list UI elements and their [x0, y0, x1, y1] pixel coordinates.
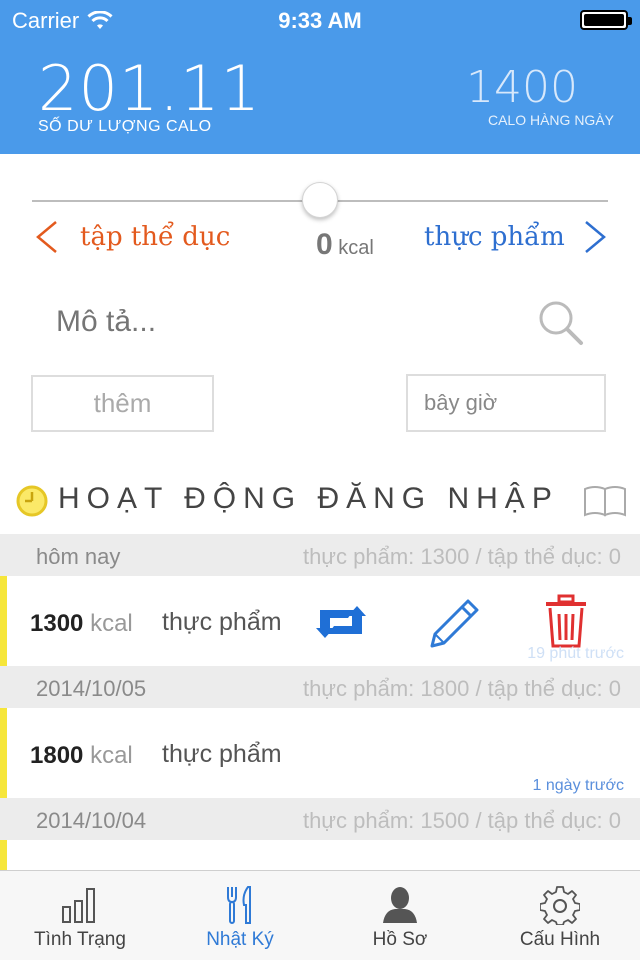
pencil-icon[interactable] [428, 598, 480, 650]
entry-kcal-unit: kcal [90, 610, 133, 637]
entry-stripe [0, 708, 7, 798]
clock-time: 9:33 AM [278, 8, 362, 33]
header: Carrier 9:33 AM 201.11 SỐ DƯ LƯỢNG CALO … [0, 0, 640, 154]
entry-stripe [0, 840, 7, 870]
entry-type: thực phẩm [162, 740, 282, 768]
calorie-balance-label: SỐ DƯ LƯỢNG CALO [38, 118, 212, 135]
fork-knife-icon [227, 886, 251, 924]
day-date: 2014/10/05 [36, 676, 147, 701]
log-entry[interactable]: 1300 kcal thực phẩm 19 phút trước [0, 576, 640, 666]
status-bar: Carrier 9:33 AM [0, 0, 640, 40]
book-icon[interactable] [582, 484, 628, 518]
kcal-value: 0 [316, 228, 333, 261]
calorie-slider-thumb[interactable] [302, 182, 338, 218]
tab-bar: Tình Trạng Nhật Ký Hồ Sơ Cấu Hình [0, 870, 640, 960]
time-field[interactable]: bây giờ [406, 374, 606, 432]
gear-icon [540, 886, 580, 925]
tab-status[interactable]: Tình Trạng [0, 871, 160, 960]
tab-label: Hồ Sơ [372, 929, 428, 950]
daily-calorie-value[interactable]: 1400 [466, 62, 578, 113]
entry-type: thực phẩm [162, 608, 282, 636]
day-header: 2014/10/04 thực phẩm: 1500 / tập thể dục… [0, 798, 640, 840]
tab-profile[interactable]: Hồ Sơ [320, 871, 480, 960]
daily-calorie-label: CALO HÀNG NGÀY [487, 112, 614, 128]
log-entry[interactable] [0, 840, 640, 870]
battery-icon [580, 10, 632, 30]
description-input[interactable] [56, 300, 496, 344]
entry-time-ago: 19 phút trước [527, 645, 624, 662]
chevron-left-icon[interactable] [32, 220, 62, 254]
log-entry[interactable]: 1800 kcal thực phẩm 1 ngày trước [0, 708, 640, 798]
add-button[interactable]: thêm [31, 375, 214, 432]
repeat-icon[interactable] [314, 602, 368, 642]
tab-label: Nhật Ký [206, 929, 274, 950]
tab-settings[interactable]: Cấu Hình [480, 871, 640, 960]
kcal-unit: kcal [338, 237, 374, 259]
activity-log-title: HOẠT ĐỘNG ĐĂNG NHẬP [58, 482, 559, 515]
entry-kcal-unit: kcal [90, 742, 133, 769]
entry-stripe [0, 576, 7, 666]
entry-kcal: 1300 kcal [30, 610, 133, 638]
search-icon[interactable] [536, 298, 584, 346]
entry-kcal-value: 1800 [30, 742, 84, 769]
bar-chart-icon [62, 888, 95, 923]
trash-icon[interactable] [544, 594, 588, 650]
entry-time-ago: 1 ngày trước [532, 777, 624, 794]
chevron-right-icon[interactable] [580, 220, 610, 254]
clock-icon [16, 485, 48, 517]
kcal-readout: 0 kcal [316, 228, 374, 262]
day-date: 2014/10/04 [36, 808, 147, 833]
day-header: 2014/10/05 thực phẩm: 1800 / tập thể dục… [0, 666, 640, 708]
tab-label: Cấu Hình [519, 929, 601, 950]
tab-diary[interactable]: Nhật Ký [160, 871, 320, 960]
tab-label: Tình Trạng [34, 929, 126, 950]
day-date: hôm nay [36, 544, 121, 569]
day-summary: thực phẩm: 1300 / tập thể dục: 0 [302, 544, 621, 569]
entry-kcal-value: 1300 [30, 610, 84, 637]
day-summary: thực phẩm: 1800 / tập thể dục: 0 [302, 676, 621, 701]
entry-kcal: 1800 kcal [30, 742, 133, 770]
food-mode-label[interactable]: thực phẩm [424, 222, 565, 252]
day-header: hôm nay thực phẩm: 1300 / tập thể dục: 0 [0, 534, 640, 576]
day-summary: thực phẩm: 1500 / tập thể dục: 0 [302, 808, 621, 833]
exercise-mode-label[interactable]: tập thể dục [80, 222, 230, 252]
calorie-balance-value: 201.11 [38, 52, 261, 125]
user-icon [383, 887, 417, 923]
